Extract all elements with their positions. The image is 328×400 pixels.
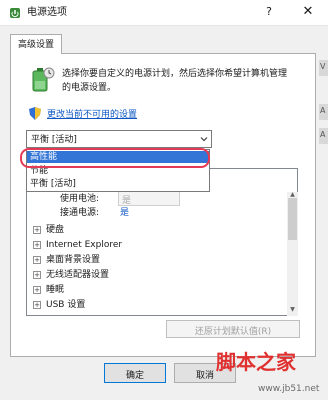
on-battery-select: 是 [118, 191, 180, 206]
watermark-text: 脚本之家 [216, 350, 296, 374]
plugged-in-label: 接通电源: [60, 208, 100, 218]
on-battery-value: 是 [122, 196, 132, 206]
battery-plan-icon [27, 65, 57, 93]
tab-label: 高级设置 [17, 40, 54, 50]
on-battery-label: 使用电池: [60, 194, 100, 204]
restore-defaults-button[interactable]: 还原计划默认值(R) [166, 320, 300, 338]
restore-defaults-label: 还原计划默认值(R) [194, 327, 272, 337]
tree-item-sleep[interactable]: 睡眠 [46, 284, 64, 296]
ok-button[interactable]: 确定 [104, 363, 166, 383]
dropdown-selected-value: 平衡 [活动] [31, 135, 77, 145]
annotation-highlight-ellipse [20, 148, 210, 168]
scroll-up-arrow-icon[interactable]: ▲ [288, 191, 297, 198]
close-button[interactable]: ✕ [300, 4, 316, 21]
expand-icon[interactable]: + [33, 271, 41, 279]
window-title: 电源选项 [27, 7, 67, 18]
expand-icon[interactable]: + [33, 256, 41, 264]
change-unavailable-settings-link[interactable]: 更改当前不可用的设置 [47, 109, 137, 121]
option-balanced[interactable]: 平衡 [活动] [30, 178, 76, 190]
tree-item-desktop-background[interactable]: 桌面背景设置 [46, 254, 100, 266]
chevron-down-icon [199, 134, 209, 144]
expand-icon[interactable]: + [33, 241, 41, 249]
help-button[interactable]: ? [262, 5, 276, 21]
tree-item-usb-settings[interactable]: USB 设置 [46, 299, 85, 311]
plugged-in-value-link[interactable]: 是 [120, 207, 129, 219]
background-window-strip: V [319, 60, 328, 76]
expand-icon[interactable]: + [33, 226, 41, 234]
tree-item-hard-disk[interactable]: 硬盘 [46, 224, 64, 236]
expand-icon[interactable]: + [33, 286, 41, 294]
description-line-1: 选择你要自定义的电源计划，然后选择你希望计算机管理 [62, 69, 288, 79]
background-window-strip: A [319, 128, 328, 144]
tree-item-wireless-adapter[interactable]: 无线适配器设置 [46, 269, 109, 281]
power-plan-dropdown[interactable]: 平衡 [活动] [26, 130, 212, 148]
scroll-down-arrow-icon[interactable]: ▼ [288, 306, 297, 314]
expand-icon[interactable]: + [33, 301, 41, 309]
ok-label: 确定 [125, 371, 144, 381]
power-options-icon [8, 6, 22, 20]
watermark-url: www.jb51.net [258, 384, 320, 394]
tab-advanced-settings[interactable]: 高级设置 [10, 34, 62, 54]
tree-item-internet-explorer[interactable]: Internet Explorer [46, 239, 122, 251]
description-line-2: 的电源设置。 [62, 83, 117, 93]
shield-icon [29, 107, 41, 120]
scrollbar-thumb[interactable] [288, 198, 297, 240]
background-window-strip: A [319, 104, 328, 120]
